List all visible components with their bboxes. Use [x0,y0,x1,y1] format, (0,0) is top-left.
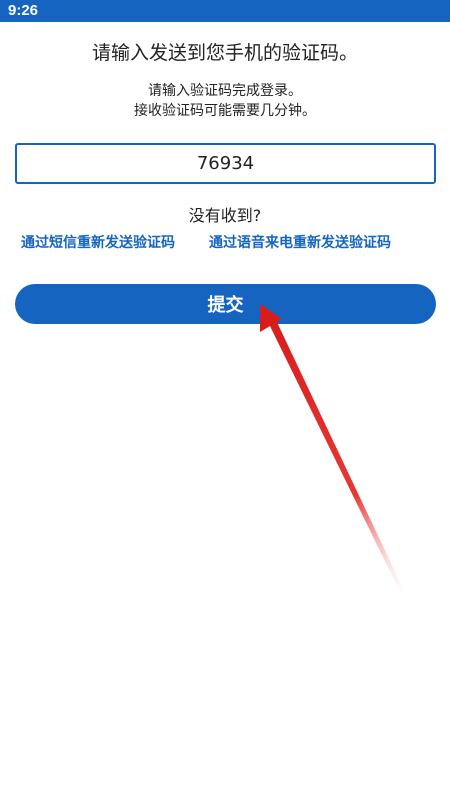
instruction-line-2: 接收验证码可能需要几分钟。 [134,103,316,119]
not-received-label: 没有收到? [188,206,262,225]
resend-voice-call-link[interactable]: 通过语音来电重新发送验证码 [209,232,391,252]
status-time: 9:26 [8,2,39,19]
submit-button[interactable]: 提交 [15,284,436,324]
instruction-line-1: 请输入验证码完成登录。 [148,83,302,99]
resend-sms-link[interactable]: 通过短信重新发送验证码 [21,232,175,252]
status-bar: 9:26 [0,0,450,22]
page-title: 请输入发送到您手机的验证码。 [91,42,358,64]
annotation-arrow-shaft [268,318,407,598]
verification-code-field[interactable] [15,143,436,184]
verification-code-input[interactable] [17,145,434,182]
